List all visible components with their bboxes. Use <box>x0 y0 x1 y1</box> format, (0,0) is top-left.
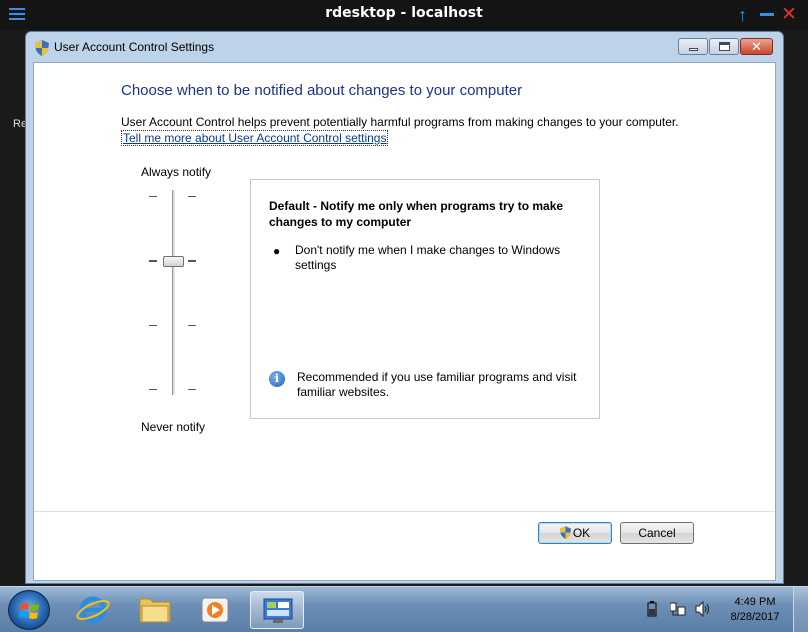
setting-title: Default - Notify me only when programs t… <box>269 199 564 229</box>
close-icon: ✕ <box>751 39 762 54</box>
slider-tick <box>188 196 196 197</box>
close-icon[interactable]: ✕ <box>781 5 797 24</box>
windows-logo-icon <box>19 603 39 619</box>
slider-tick <box>149 389 157 390</box>
dialog-content: Choose when to be notified about changes… <box>33 62 776 581</box>
setting-description-box: Default - Notify me only when programs t… <box>250 179 600 419</box>
learn-more-link[interactable]: Tell me more about User Account Control … <box>121 130 389 146</box>
slider-tick <box>149 325 157 326</box>
minimize-button[interactable] <box>678 38 708 55</box>
slider-tick <box>188 260 196 262</box>
folder-icon[interactable] <box>128 591 182 629</box>
slider-tick <box>149 196 157 197</box>
always-notify-label: Always notify <box>141 165 212 179</box>
never-notify-label: Never notify <box>141 420 206 434</box>
info-icon: i <box>269 371 285 387</box>
close-button[interactable]: ✕ <box>740 38 773 55</box>
recommendation-text: Recommended if you use familiar programs… <box>297 370 577 399</box>
show-desktop-button[interactable] <box>793 587 808 632</box>
clock-date: 8/28/2017 <box>730 611 780 623</box>
rdesktop-titlebar: rdesktop - localhost ↑ ✕ <box>0 0 808 30</box>
uac-dialog: User Account Control Settings ✕ Choose w… <box>25 31 784 584</box>
system-clock[interactable]: 4:49 PM 8/28/2017 <box>722 595 788 625</box>
uac-shield-icon <box>559 526 571 539</box>
arrow-up-icon[interactable]: ↑ <box>738 6 747 24</box>
dialog-title: User Account Control Settings <box>54 40 215 54</box>
slider-tick <box>188 325 196 326</box>
slider-thumb[interactable] <box>163 256 184 267</box>
bullet-icon: ● <box>273 244 281 258</box>
notify-level-slider[interactable] <box>149 190 199 395</box>
setting-bullet: Don't notify me when I make changes to W… <box>295 243 561 272</box>
slider-track[interactable] <box>172 190 175 395</box>
network-icon[interactable] <box>669 601 686 620</box>
ok-button[interactable]: OK <box>538 522 612 544</box>
control-panel-icon[interactable] <box>250 591 304 629</box>
internet-explorer-icon[interactable] <box>66 591 120 629</box>
rdesktop-title: rdesktop - localhost <box>325 5 483 21</box>
battery-icon[interactable] <box>646 601 658 620</box>
minimize-icon[interactable] <box>760 13 774 16</box>
clock-time: 4:49 PM <box>734 596 776 608</box>
uac-shield-icon <box>35 40 49 56</box>
description-text: User Account Control helps prevent poten… <box>121 115 679 129</box>
page-heading: Choose when to be notified about changes… <box>121 82 523 99</box>
ok-label: OK <box>572 526 591 540</box>
slider-tick <box>149 260 157 262</box>
cancel-button[interactable]: Cancel <box>620 522 694 544</box>
start-button[interactable] <box>8 590 50 630</box>
maximize-button[interactable] <box>709 38 739 55</box>
taskbar: 4:49 PM 8/28/2017 <box>0 586 808 632</box>
slider-tick <box>188 389 196 390</box>
minimize-icon <box>689 48 698 51</box>
divider <box>34 511 775 512</box>
maximize-icon <box>719 42 730 51</box>
window-controls: ✕ <box>677 38 773 55</box>
media-player-icon[interactable] <box>188 591 242 629</box>
volume-icon[interactable] <box>695 600 711 620</box>
